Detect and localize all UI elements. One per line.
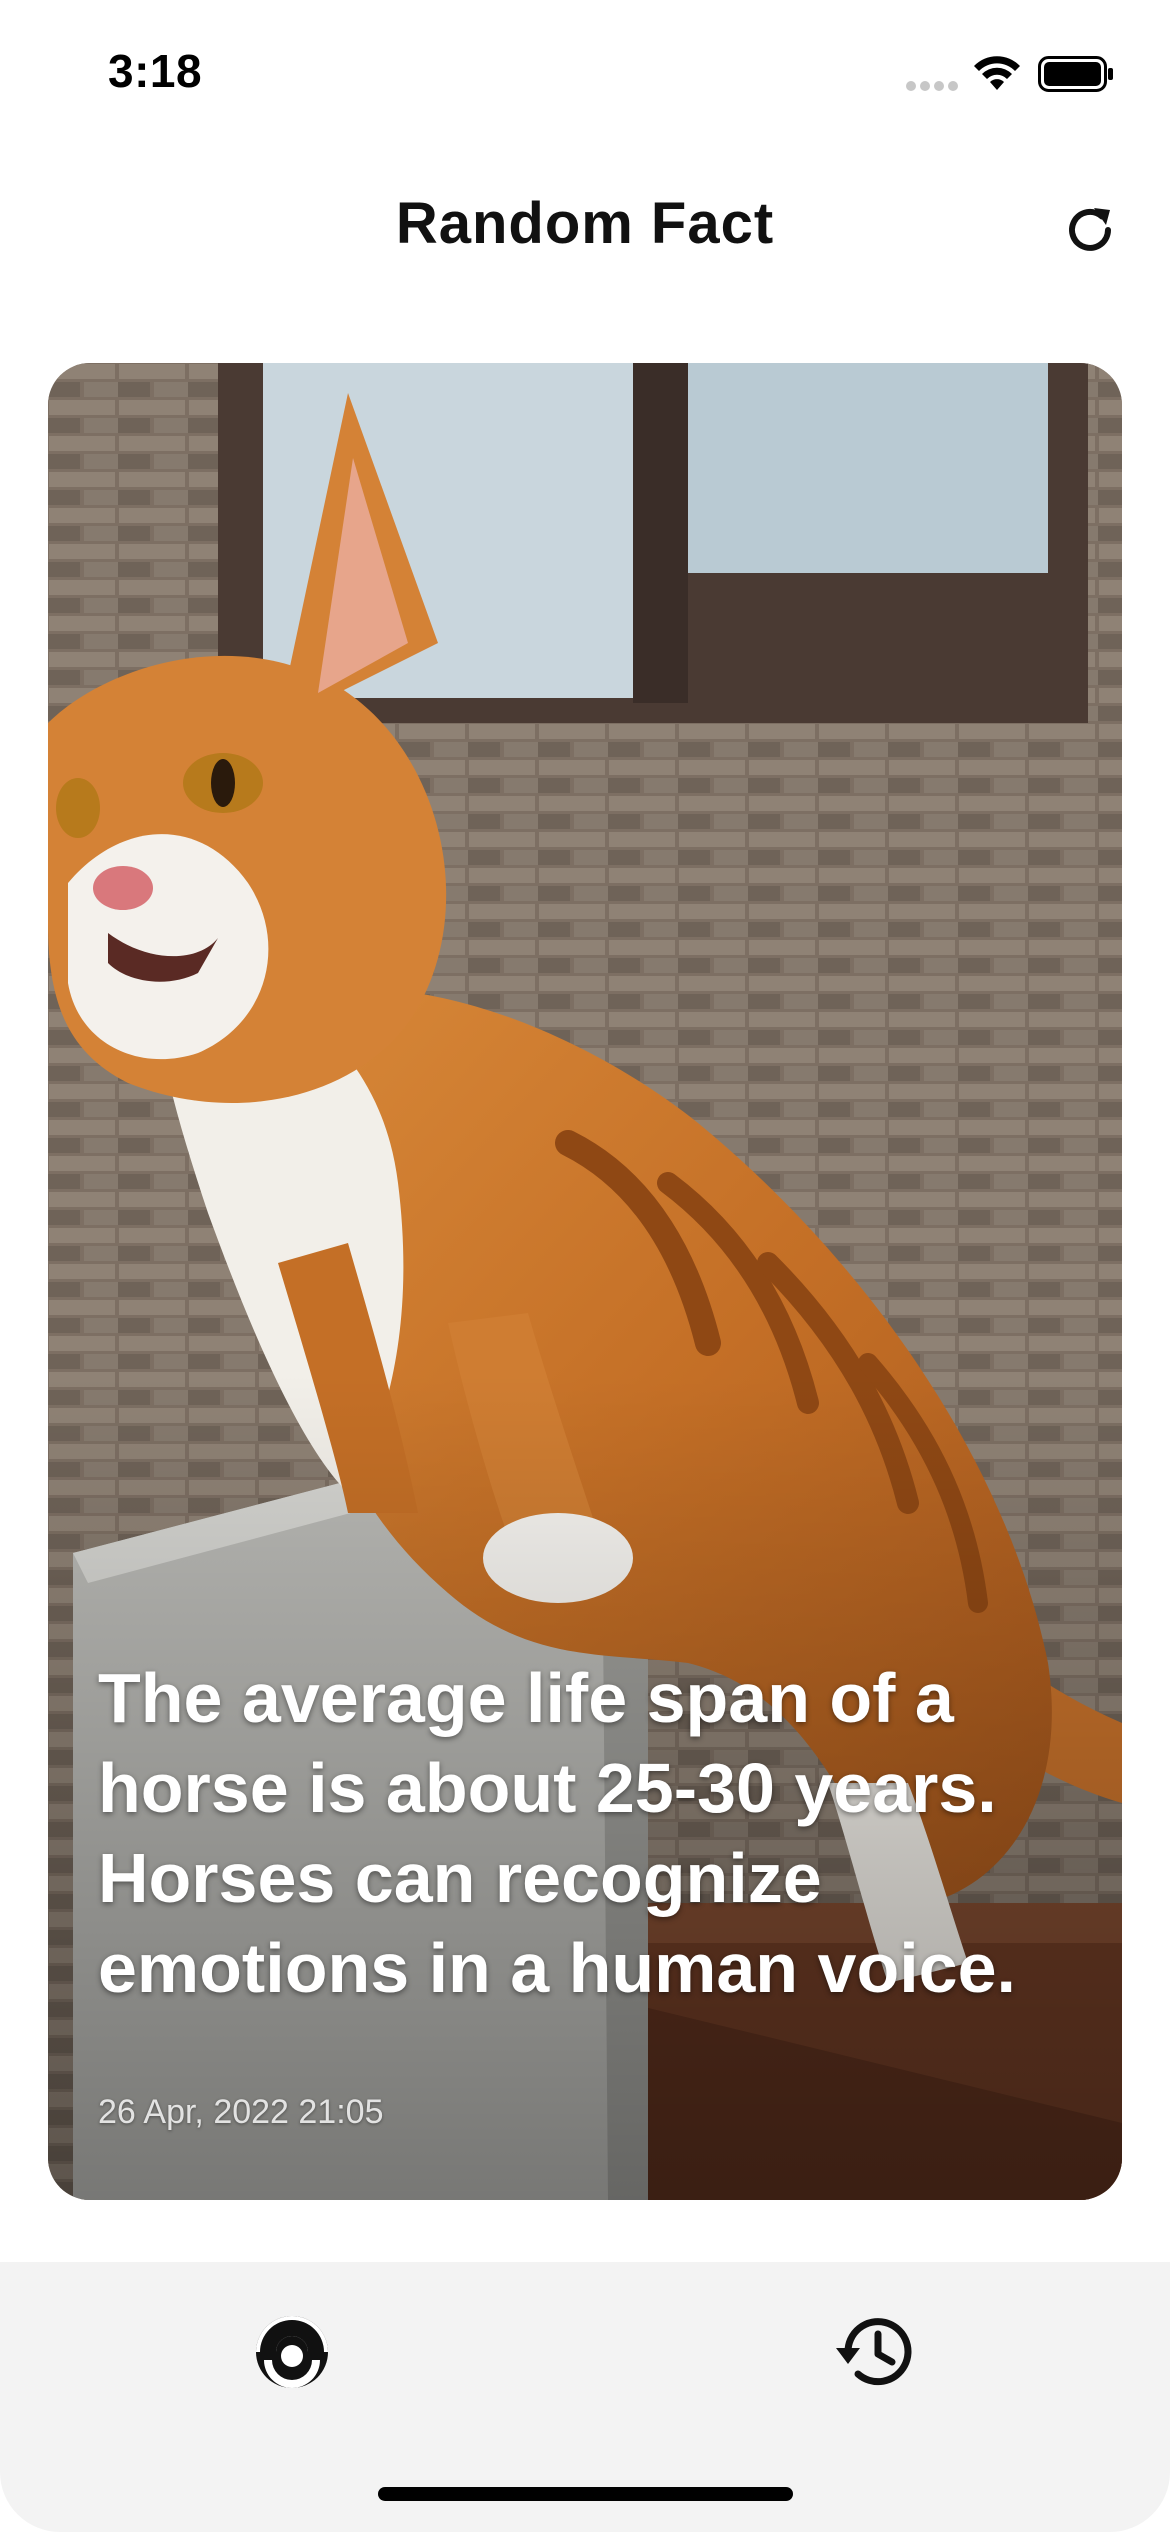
fact-date: 26 Apr, 2022 21:05 <box>98 2093 384 2131</box>
fact-card[interactable]: The average life span of a horse is abou… <box>48 363 1122 2200</box>
status-bar: 3:18 <box>0 0 1170 150</box>
history-icon <box>836 2318 912 2386</box>
battery-icon <box>1038 56 1113 92</box>
refresh-button[interactable] <box>1050 190 1130 270</box>
nav-bar: Random Fact <box>0 160 1170 290</box>
wifi-icon <box>974 56 1020 90</box>
tab-random-fact[interactable] <box>242 2302 342 2402</box>
tab-history[interactable] <box>826 2302 926 2402</box>
refresh-icon <box>1069 208 1111 251</box>
page-title: Random Fact <box>395 191 775 256</box>
random-fact-tab-icon <box>256 2316 328 2388</box>
status-time: 3:18 <box>108 45 203 97</box>
cellular-signal-icon <box>906 81 958 91</box>
fact-text: The average life span of a horse is abou… <box>98 1659 1016 2007</box>
home-indicator <box>378 2487 793 2501</box>
app-screen: 3:18 Random Fact The average life span o… <box>0 0 1170 2532</box>
